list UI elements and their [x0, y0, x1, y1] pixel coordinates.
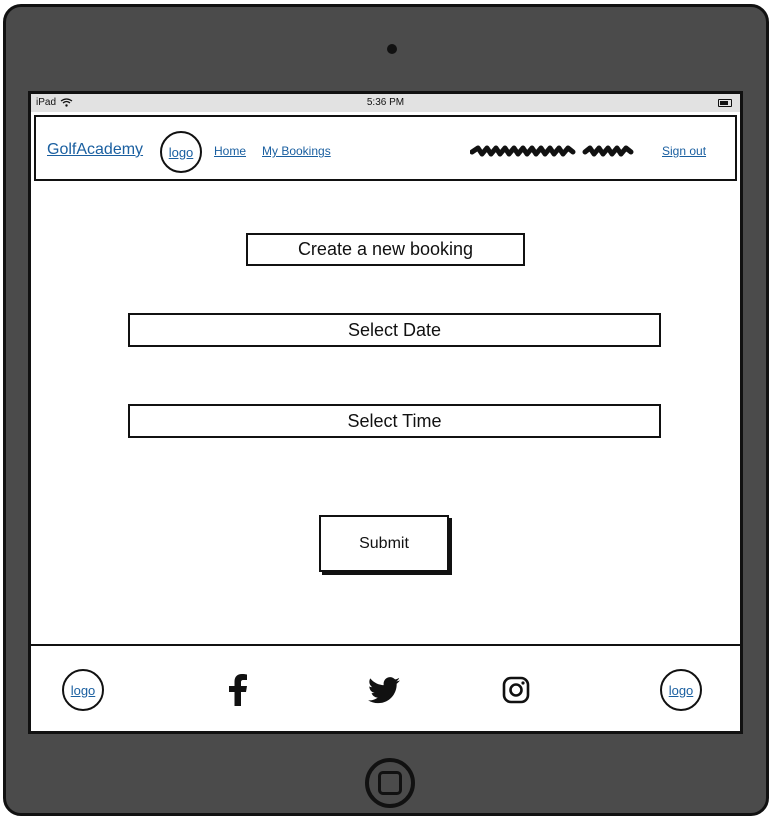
twitter-icon[interactable]: [367, 673, 401, 707]
brand-link[interactable]: GolfAcademy: [47, 141, 143, 159]
footer-logo-left[interactable]: logo: [62, 669, 104, 711]
redacted-username-scribble: [470, 145, 634, 157]
battery-icon: [718, 99, 732, 107]
home-button-square: [378, 771, 402, 795]
top-navbar: GolfAcademy logo Home My Bookings Sign o…: [34, 115, 737, 181]
home-hardware-button[interactable]: [365, 758, 415, 808]
status-time: 5:36 PM: [366, 97, 405, 108]
sign-out-link[interactable]: Sign out: [662, 144, 706, 158]
submit-button[interactable]: Submit: [319, 515, 449, 572]
nav-logo[interactable]: logo: [160, 131, 202, 173]
select-time-field[interactable]: Select Time: [128, 404, 661, 438]
select-date-field[interactable]: Select Date: [128, 313, 661, 347]
screen: iPad 5:36 PM GolfAcademy logo Home My Bo…: [28, 91, 743, 734]
facebook-icon[interactable]: [221, 673, 255, 707]
nav-home-link[interactable]: Home: [214, 144, 246, 158]
status-bar: iPad 5:36 PM: [31, 94, 740, 112]
page-title: Create a new booking: [246, 233, 525, 266]
footer-logo-right[interactable]: logo: [660, 669, 702, 711]
nav-my-bookings-link[interactable]: My Bookings: [262, 144, 331, 158]
camera-dot: [387, 44, 397, 54]
footer: logo logo: [31, 644, 740, 731]
instagram-icon[interactable]: [499, 673, 533, 707]
